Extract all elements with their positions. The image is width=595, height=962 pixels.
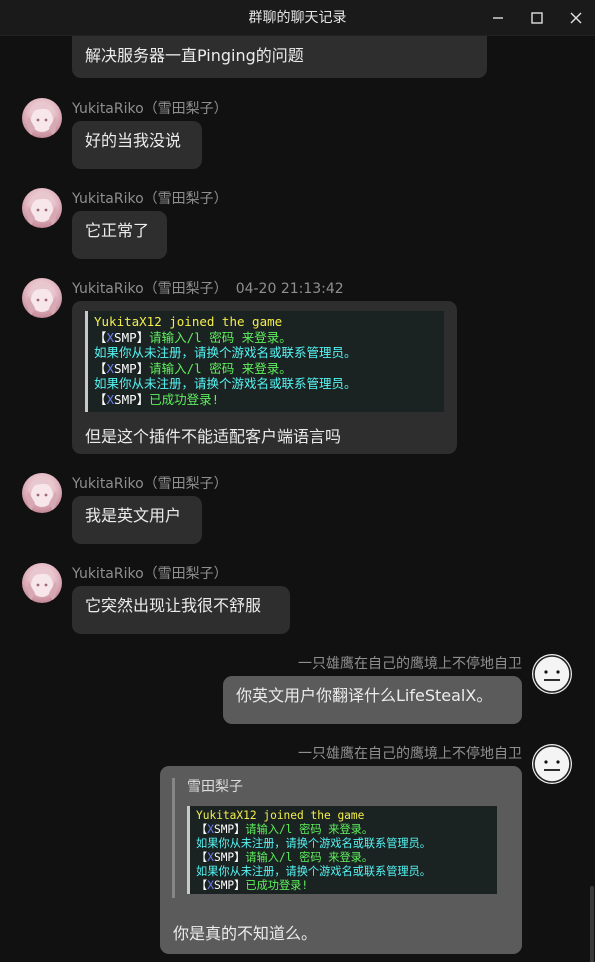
avatar-girl-icon (27, 192, 57, 226)
message-text: 好的当我没说 (85, 131, 182, 150)
message-bubble[interactable]: YukitaX12 joined the game 【XSMP】请输入/l 密码… (72, 301, 457, 454)
avatar-girl-icon (27, 102, 57, 136)
message-bubble[interactable]: 你英文用户你翻译什么LifeStealX。 (223, 676, 522, 724)
message-text: 你英文用户你翻译什么LifeStealX。 (236, 686, 493, 705)
log-line: 【XSMP】已成功登录! (196, 879, 309, 892)
sender-name: 一只雄鹰在自己的鹰境上不停地自卫 (298, 746, 522, 762)
message-bubble[interactable]: 我是英文用户 (72, 496, 202, 544)
avatar[interactable] (22, 188, 62, 228)
chat-history[interactable]: 解决服务器一直Pinging的问题 YukitaRiko（雪田梨子） 好的当我没… (0, 36, 595, 962)
sender-name: YukitaRiko（雪田梨子） (72, 101, 228, 117)
message-bubble[interactable]: 它正常了 (72, 211, 167, 259)
minimize-button[interactable] (484, 6, 512, 30)
minimize-icon (493, 17, 503, 19)
avatar[interactable] (22, 563, 62, 603)
avatar-face-icon (533, 655, 571, 693)
avatar-girl-icon (27, 477, 57, 511)
log-line: 如果你从未注册，请换个游戏名或联系管理员。 (94, 376, 357, 391)
message-timestamp: 04-20 21:13:42 (235, 281, 344, 297)
quoted-image[interactable]: YukitaX12 joined the game 【XSMP】请输入/l 密码… (187, 806, 497, 894)
message-text: 但是这个插件不能适配客户端语言吗 (85, 427, 342, 446)
avatar[interactable] (532, 744, 572, 784)
log-line: 如果你从未注册，请换个游戏名或联系管理员。 (94, 345, 357, 360)
sender-name: YukitaRiko（雪田梨子） (72, 566, 228, 582)
avatar-girl-icon (27, 282, 57, 316)
log-line: 【XSMP】请输入/l 密码 来登录。 (94, 329, 292, 345)
quoted-sender: 雪田梨子 (187, 779, 243, 795)
log-line: 【XSMP】请输入/l 密码 来登录。 (196, 823, 374, 836)
message-bubble[interactable]: 好的当我没说 (72, 121, 202, 169)
avatar-face-icon (533, 745, 571, 783)
sender-name: YukitaRiko（雪田梨子） (72, 476, 228, 492)
sender-name-text: YukitaRiko（雪田梨子） (72, 281, 228, 297)
avatar[interactable] (532, 654, 572, 694)
avatar[interactable] (22, 98, 62, 138)
log-line: 如果你从未注册，请换个游戏名或联系管理员。 (196, 837, 431, 850)
message-text: 解决服务器一直Pinging的问题 (85, 46, 304, 65)
sender-name: 一只雄鹰在自己的鹰境上不停地自卫 (298, 656, 522, 672)
log-line: YukitaX12 joined the game (196, 809, 365, 822)
log-line: 【XSMP】请输入/l 密码 来登录。 (94, 360, 292, 376)
log-line: 如果你从未注册，请换个游戏名或联系管理员。 (196, 865, 431, 878)
title-bar: 群聊的聊天记录 (0, 0, 595, 36)
sender-name: YukitaRiko（雪田梨子） (72, 191, 228, 207)
close-button[interactable] (562, 6, 590, 30)
screenshot-image[interactable]: YukitaX12 joined the game 【XSMP】请输入/l 密码… (85, 311, 444, 412)
message-text: 我是英文用户 (85, 506, 182, 525)
avatar-girl-icon (27, 567, 57, 601)
message-text: 它正常了 (85, 221, 150, 240)
message-text: 你是真的不知道么。 (173, 924, 318, 943)
message-bubble[interactable]: 雪田梨子 YukitaX12 joined the game 【XSMP】请输入… (160, 766, 522, 954)
log-line: 【XSMP】请输入/l 密码 来登录。 (196, 851, 374, 864)
log-line: 【XSMP】已成功登录! (94, 391, 220, 407)
message-bubble[interactable]: 解决服务器一直Pinging的问题 (72, 36, 487, 78)
maximize-button[interactable] (523, 6, 551, 30)
sender-name: YukitaRiko（雪田梨子） 04-20 21:13:42 (72, 278, 344, 298)
message-bubble[interactable]: 它突然出现让我很不舒服 (72, 586, 290, 634)
log-line: YukitaX12 joined the game (94, 314, 283, 329)
message-text: 它突然出现让我很不舒服 (85, 596, 262, 615)
scrollbar-thumb[interactable] (590, 886, 594, 962)
avatar[interactable] (22, 278, 62, 318)
close-icon (570, 12, 582, 24)
maximize-icon (531, 12, 543, 24)
quoted-message[interactable]: 雪田梨子 YukitaX12 joined the game 【XSMP】请输入… (172, 778, 510, 898)
avatar[interactable] (22, 473, 62, 513)
